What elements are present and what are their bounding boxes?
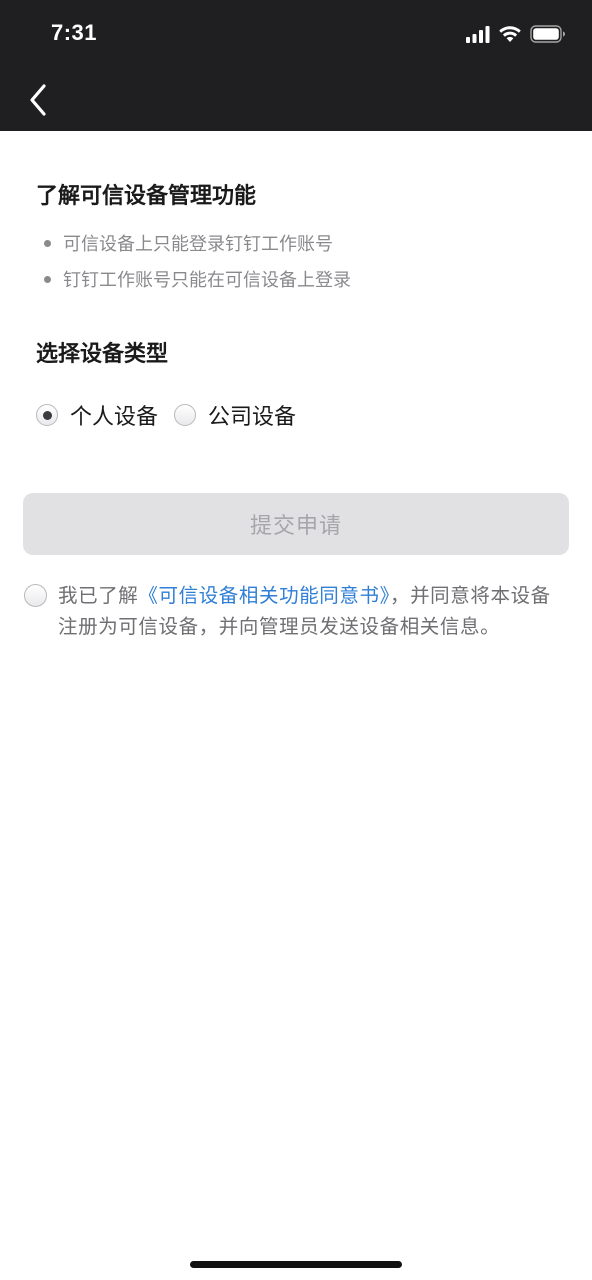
radio-button-checked[interactable]	[36, 404, 58, 426]
submit-application-button[interactable]: 提交申请	[23, 493, 569, 555]
radio-option-company-device[interactable]: 公司设备	[174, 399, 296, 431]
agreement-document-link[interactable]: 《可信设备相关功能同意书》	[138, 584, 390, 607]
feature-section-title: 了解可信设备管理功能	[36, 184, 257, 209]
wifi-icon	[498, 25, 522, 47]
radio-label-company-device: 公司设备	[208, 405, 297, 430]
trusted-device-screen: 7:31 了解可信设备管理功能 可信设备上只能登录钉钉工作账号 钉钉工作账号只能…	[0, 0, 592, 1280]
radio-label-personal-device: 个人设备	[70, 405, 159, 430]
back-button[interactable]	[24, 80, 60, 120]
chevron-left-icon	[30, 84, 46, 116]
device-type-radio-group: 个人设备 公司设备	[36, 398, 312, 432]
device-type-section-title: 选择设备类型	[36, 342, 169, 367]
status-icons	[466, 25, 566, 47]
battery-icon	[530, 25, 566, 47]
bullet-dot	[44, 275, 51, 283]
bullet-dot	[44, 239, 51, 247]
feature-bullet-item: 钉钉工作账号只能在可信设备上登录	[44, 265, 351, 293]
feature-bullet-item: 可信设备上只能登录钉钉工作账号	[44, 229, 333, 257]
status-time: 7:31	[51, 20, 98, 45]
cellular-signal-icon	[466, 25, 490, 47]
agreement-prefix: 我已了解	[58, 584, 139, 607]
agreement-text: 我已了解《可信设备相关功能同意书》，并同意将本设备注册为可信设备，并向管理员发送…	[58, 580, 570, 642]
feature-bullet-text: 可信设备上只能登录钉钉工作账号	[63, 234, 333, 255]
radio-option-personal-device[interactable]: 个人设备	[36, 399, 158, 431]
feature-bullet-text: 钉钉工作账号只能在可信设备上登录	[63, 270, 351, 291]
home-indicator[interactable]	[190, 1261, 402, 1268]
top-bar: 7:31	[0, 0, 592, 131]
radio-button-unchecked[interactable]	[174, 404, 197, 426]
agreement-checkbox[interactable]	[24, 584, 47, 607]
